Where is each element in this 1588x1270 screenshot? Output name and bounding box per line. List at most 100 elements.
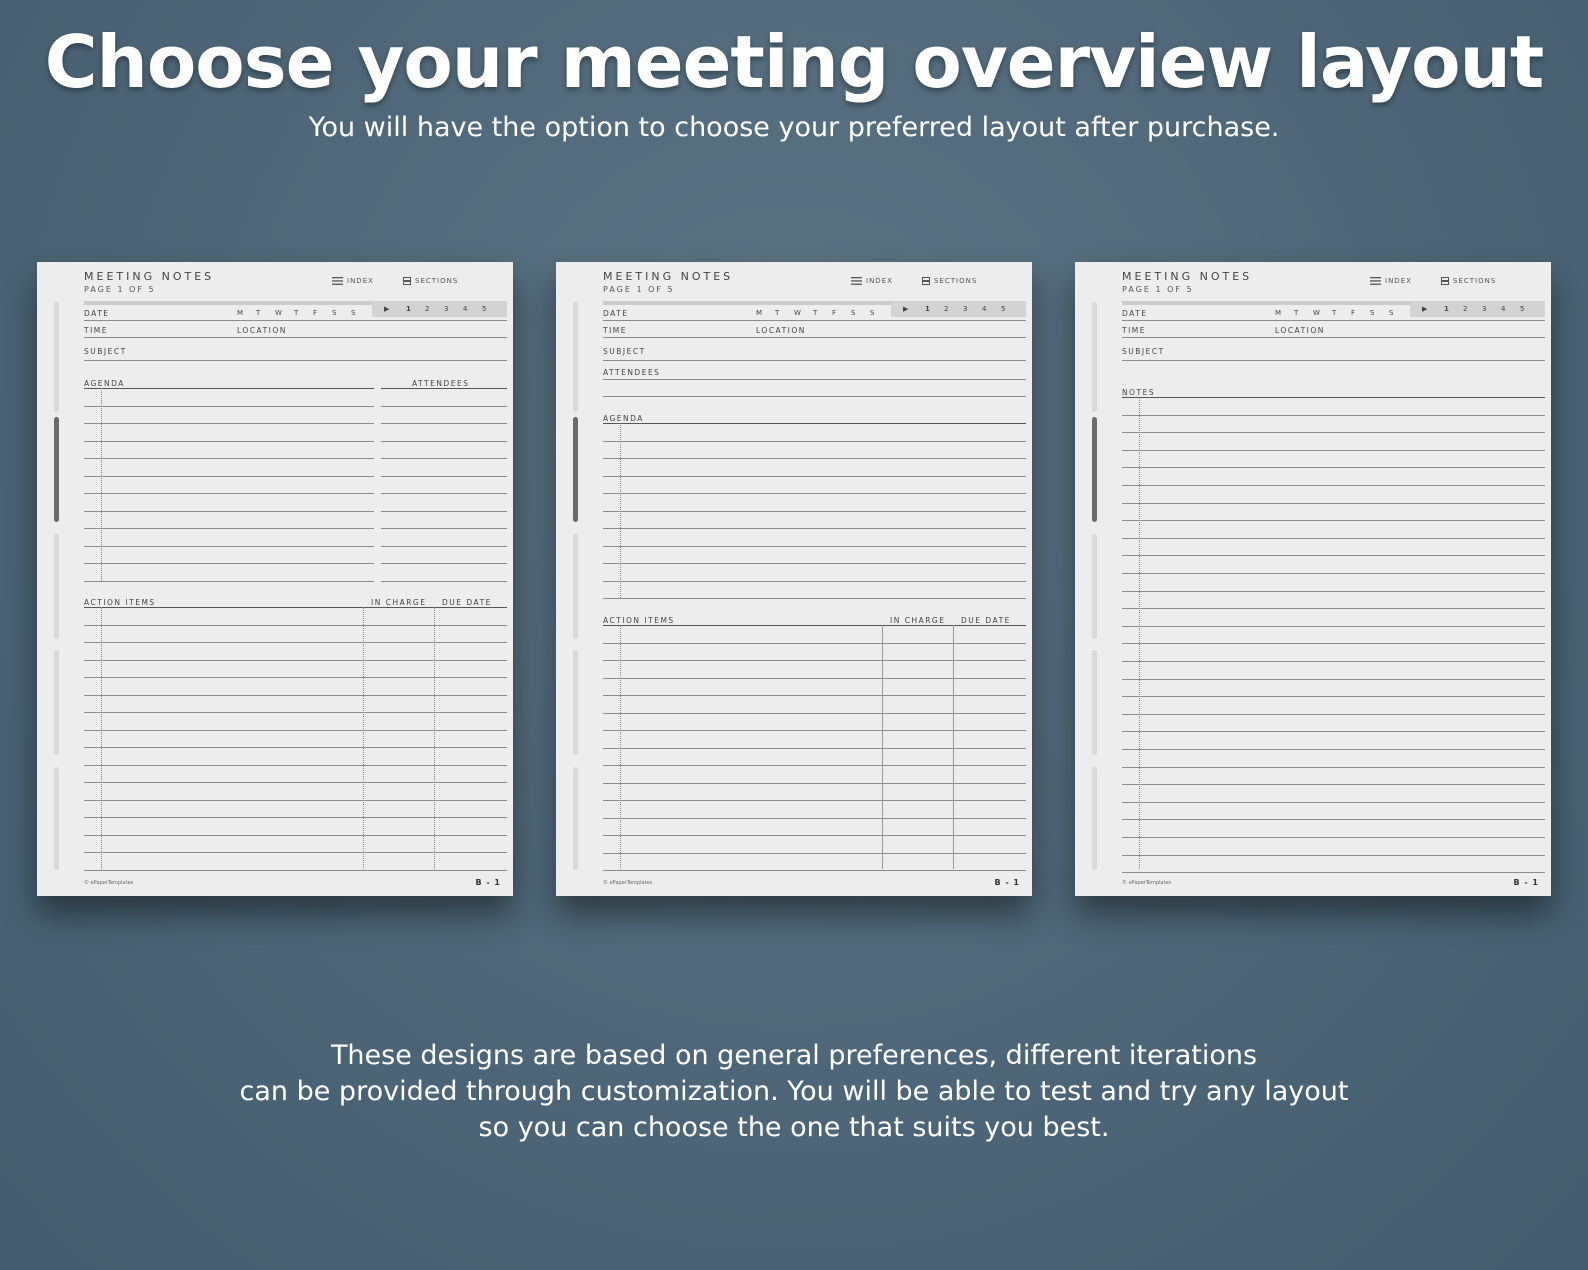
ruled-line[interactable] — [84, 580, 374, 582]
ruled-line[interactable] — [84, 510, 374, 512]
ruled-line[interactable] — [603, 510, 1026, 512]
active-section-tab[interactable] — [54, 417, 59, 522]
ruled-line[interactable] — [1122, 485, 1545, 486]
layout-sheet-2[interactable]: MEETING NOTES PAGE 1 OF 5 INDEX SECTIONS… — [556, 262, 1032, 896]
ruled-line[interactable] — [603, 765, 1026, 766]
ruled-line[interactable] — [1122, 731, 1545, 733]
ruled-line[interactable] — [603, 493, 1026, 494]
active-section-tab[interactable] — [1092, 417, 1097, 522]
weekday-selector[interactable]: MTWTFSS — [756, 309, 889, 317]
ruled-line[interactable] — [603, 563, 1026, 564]
section-tab[interactable] — [573, 650, 578, 755]
ruled-line[interactable] — [1122, 837, 1545, 838]
ruled-line[interactable] — [84, 405, 374, 407]
ruled-line[interactable] — [84, 545, 374, 547]
ruled-line[interactable] — [1122, 766, 1545, 768]
weekday-selector[interactable]: MTWTFSS — [237, 309, 370, 317]
ruled-line[interactable] — [603, 475, 1026, 477]
layout-sheet-1[interactable]: MEETING NOTES PAGE 1 OF 5 INDEX SECTIONS… — [37, 262, 513, 896]
ruled-line[interactable] — [603, 730, 1026, 731]
active-section-tab[interactable] — [573, 417, 578, 522]
sections-link[interactable]: SECTIONS — [922, 277, 977, 285]
ruled-line[interactable] — [84, 712, 507, 713]
ruled-line[interactable] — [603, 747, 1026, 749]
ruled-line[interactable] — [84, 423, 374, 424]
ruled-line[interactable] — [84, 799, 507, 801]
section-tab[interactable] — [573, 534, 578, 639]
ruled-line[interactable] — [84, 782, 507, 783]
ruled-line[interactable] — [381, 405, 507, 407]
layout-sheet-3[interactable]: MEETING NOTES PAGE 1 OF 5 INDEX SECTIONS… — [1075, 262, 1551, 896]
ruled-line[interactable] — [1122, 520, 1545, 522]
ruled-line[interactable] — [603, 712, 1026, 714]
ruled-line[interactable] — [603, 642, 1026, 644]
ruled-line[interactable] — [1122, 854, 1545, 856]
page-tabs[interactable]: ▶ 1 2 3 4 5 — [891, 301, 1026, 317]
page-tabs[interactable]: ▶ 1 2 3 4 5 — [372, 301, 507, 317]
ruled-line[interactable] — [603, 695, 1026, 696]
ruled-line[interactable] — [603, 528, 1026, 529]
sections-link[interactable]: SECTIONS — [403, 277, 458, 285]
ruled-line[interactable] — [1122, 432, 1545, 434]
ruled-line[interactable] — [84, 747, 507, 748]
play-icon[interactable]: ▶ — [903, 305, 908, 313]
ruled-line[interactable] — [1122, 573, 1545, 574]
ruled-line[interactable] — [381, 510, 507, 512]
ruled-line[interactable] — [1122, 713, 1545, 715]
ruled-line[interactable] — [381, 563, 507, 564]
ruled-line[interactable] — [84, 528, 374, 529]
ruled-line[interactable] — [603, 660, 1026, 661]
ruled-line[interactable] — [84, 817, 507, 818]
ruled-line[interactable] — [84, 659, 507, 661]
ruled-line[interactable] — [603, 545, 1026, 547]
ruled-line[interactable] — [1122, 819, 1545, 821]
ruled-line[interactable] — [1122, 661, 1545, 662]
index-link[interactable]: INDEX — [332, 277, 374, 285]
ruled-line[interactable] — [381, 440, 507, 442]
ruled-line[interactable] — [603, 870, 1026, 871]
ruled-line[interactable] — [1122, 643, 1545, 645]
section-tab[interactable] — [1092, 650, 1097, 755]
ruled-line[interactable] — [603, 598, 1026, 599]
ruled-line[interactable] — [84, 729, 507, 731]
play-icon[interactable]: ▶ — [1422, 305, 1427, 313]
ruled-line[interactable] — [603, 782, 1026, 784]
section-tab[interactable] — [1092, 767, 1097, 870]
ruled-line[interactable] — [84, 694, 507, 696]
ruled-line[interactable] — [84, 624, 507, 626]
weekday-selector[interactable]: MTWTFSS — [1275, 309, 1408, 317]
ruled-line[interactable] — [381, 458, 507, 459]
ruled-line[interactable] — [1122, 625, 1545, 627]
ruled-line[interactable] — [603, 458, 1026, 459]
ruled-line[interactable] — [381, 528, 507, 529]
index-link[interactable]: INDEX — [851, 277, 893, 285]
ruled-line[interactable] — [603, 677, 1026, 679]
ruled-line[interactable] — [1122, 502, 1545, 504]
ruled-line[interactable] — [1122, 555, 1545, 557]
ruled-line[interactable] — [1122, 449, 1545, 451]
ruled-line[interactable] — [1122, 696, 1545, 698]
ruled-line[interactable] — [84, 677, 507, 678]
ruled-line[interactable] — [84, 440, 374, 442]
play-icon[interactable]: ▶ — [384, 305, 389, 313]
ruled-line[interactable] — [84, 563, 374, 564]
section-tab[interactable] — [54, 650, 59, 755]
section-tab[interactable] — [1092, 534, 1097, 639]
ruled-line[interactable] — [1122, 749, 1545, 750]
ruled-line[interactable] — [84, 852, 507, 853]
ruled-line[interactable] — [603, 440, 1026, 442]
sections-link[interactable]: SECTIONS — [1441, 277, 1496, 285]
ruled-line[interactable] — [84, 475, 374, 477]
ruled-line[interactable] — [381, 545, 507, 547]
ruled-line[interactable] — [84, 764, 507, 766]
section-tab[interactable] — [54, 767, 59, 870]
ruled-line[interactable] — [603, 580, 1026, 582]
ruled-line[interactable] — [1122, 590, 1545, 592]
ruled-line[interactable] — [381, 493, 507, 494]
section-tab[interactable] — [573, 767, 578, 870]
ruled-line[interactable] — [381, 423, 507, 424]
ruled-line[interactable] — [84, 493, 374, 494]
section-tab[interactable] — [573, 302, 578, 412]
section-tab[interactable] — [1092, 302, 1097, 412]
page-tabs[interactable]: ▶ 1 2 3 4 5 — [1410, 301, 1545, 317]
